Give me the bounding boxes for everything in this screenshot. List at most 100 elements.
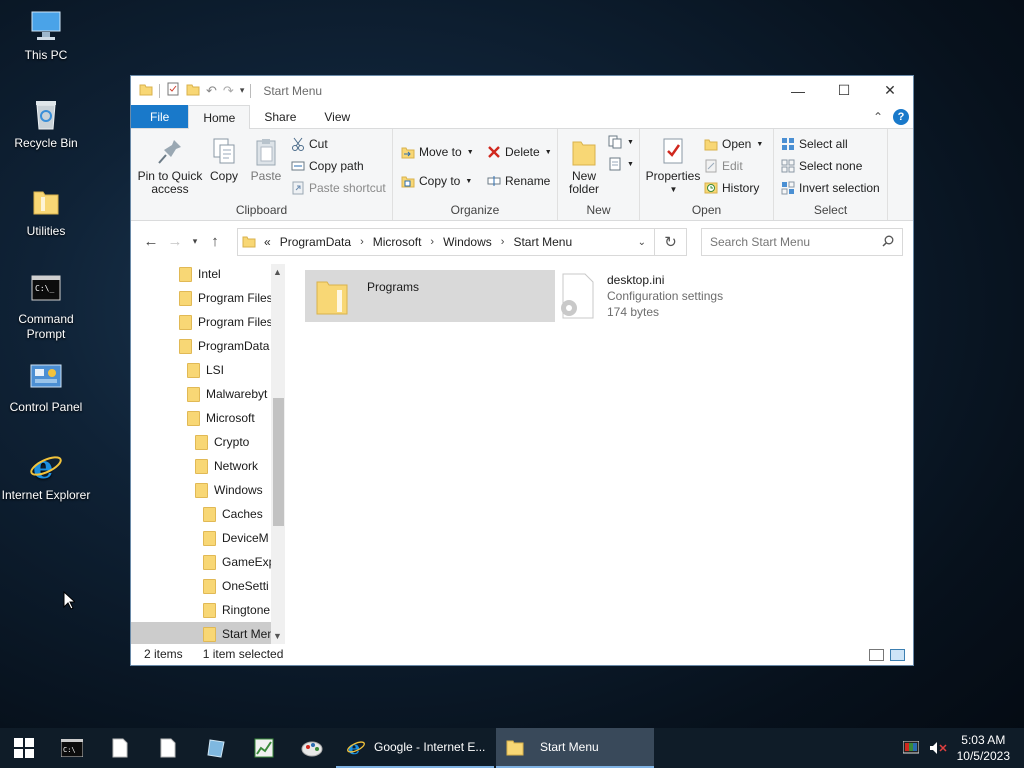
desktop-icon-utilities[interactable]: Utilities: [0, 184, 92, 239]
invert-selection-button[interactable]: Invert selection: [781, 181, 880, 195]
navigation-pane[interactable]: Start Men Ringtone OneSetti GameExp DeviceM C…: [131, 264, 285, 644]
nav-scrollbar[interactable]: ▲ ▼: [271, 264, 285, 644]
scroll-down-icon[interactable]: ▼: [273, 631, 282, 641]
taskbar-cmd-button[interactable]: C:\: [48, 728, 96, 768]
delete-icon: [487, 145, 501, 159]
address-dropdown-icon[interactable]: ⌄: [638, 237, 646, 248]
edit-button[interactable]: Edit: [704, 159, 743, 173]
new-folder-icon[interactable]: [186, 82, 200, 99]
tiles-view-icon[interactable]: [890, 649, 905, 661]
undo-icon[interactable]: ↶: [206, 83, 217, 99]
search-input[interactable]: Search Start Menu: [701, 228, 903, 256]
tree-item[interactable]: Program Files: [131, 286, 271, 310]
clock[interactable]: 5:03 AM 10/5/2023: [957, 732, 1010, 764]
display-color-icon[interactable]: [902, 741, 919, 755]
desktop-icon-label: Internet Explorer: [1, 488, 91, 502]
scrollbar-thumb[interactable]: [273, 398, 284, 526]
tree-item[interactable]: Program Files: [131, 310, 271, 334]
minimize-button[interactable]: —: [775, 76, 821, 105]
tree-item[interactable]: DeviceM: [131, 526, 271, 550]
cut-button[interactable]: Cut: [291, 137, 328, 151]
tab-file[interactable]: File: [131, 105, 189, 128]
tree-item[interactable]: Windows: [131, 478, 271, 502]
desktop-icon-internet-explorer[interactable]: e Internet Explorer: [0, 448, 92, 503]
rename-button[interactable]: Rename: [487, 174, 550, 188]
scroll-up-icon[interactable]: ▲: [273, 267, 282, 277]
tree-item[interactable]: LSI: [131, 358, 271, 382]
tab-view[interactable]: View: [310, 105, 364, 128]
close-button[interactable]: ✕: [867, 76, 913, 105]
forward-button[interactable]: →: [163, 233, 187, 250]
taskbar-ie-window[interactable]: e Google - Internet E...: [336, 728, 494, 768]
breadcrumb-item[interactable]: Microsoft: [373, 235, 422, 249]
details-view-icon[interactable]: [869, 649, 884, 661]
taskbar-file-button[interactable]: [96, 728, 144, 768]
breadcrumb-item[interactable]: ProgramData: [280, 235, 351, 249]
recent-locations-button[interactable]: ▾: [187, 236, 203, 247]
tab-share[interactable]: Share: [250, 105, 310, 128]
properties-button[interactable]: Properties ▼: [644, 137, 702, 196]
separator: [250, 83, 252, 98]
back-button[interactable]: ←: [139, 233, 163, 250]
tree-item[interactable]: Ringtone: [131, 598, 271, 622]
tree-item[interactable]: Network: [131, 454, 271, 478]
desktop-icon-control-panel[interactable]: Control Panel: [0, 360, 92, 415]
notebook-icon: [207, 739, 225, 758]
select-none-button[interactable]: Select none: [781, 159, 862, 173]
file-item-programs[interactable]: Programs: [305, 270, 555, 322]
desktop-icon-command-prompt[interactable]: C:\_ Command Prompt: [0, 272, 92, 342]
taskbar-app-button[interactable]: [240, 728, 288, 768]
copy-path-button[interactable]: Copy path: [291, 159, 364, 173]
collapse-ribbon-icon[interactable]: ⌃: [873, 110, 883, 124]
redo-icon[interactable]: ↷: [223, 83, 234, 99]
tree-item[interactable]: Intel: [131, 264, 271, 286]
customize-qa-icon[interactable]: ▾: [240, 85, 245, 96]
pin-to-quick-access-button[interactable]: Pin to Quick access: [137, 137, 203, 196]
volume-muted-icon[interactable]: [929, 741, 947, 755]
taskbar-file-button[interactable]: [144, 728, 192, 768]
tree-item[interactable]: Crypto: [131, 430, 271, 454]
taskbar-app-button[interactable]: [288, 728, 336, 768]
tab-home[interactable]: Home: [188, 105, 251, 129]
history-button[interactable]: History: [704, 181, 759, 195]
explorer-window[interactable]: ↶ ↷ ▾ Start Menu — ☐ ✕ File Home Share V…: [130, 75, 914, 666]
taskbar-explorer-window[interactable]: Start Menu: [496, 728, 654, 768]
chevron-right-icon[interactable]: ›: [501, 236, 505, 248]
breadcrumb-overflow[interactable]: «: [264, 235, 271, 249]
tree-item[interactable]: Caches: [131, 502, 271, 526]
delete-button[interactable]: Delete ▼: [487, 145, 552, 159]
tree-item[interactable]: Start Men: [131, 622, 271, 644]
copy-to-button[interactable]: Copy to ▼: [401, 174, 472, 188]
new-folder-button[interactable]: New folder: [562, 137, 606, 196]
tree-item[interactable]: ProgramData: [131, 334, 271, 358]
breadcrumb-item[interactable]: Windows: [443, 235, 492, 249]
refresh-button[interactable]: ↻: [655, 228, 687, 256]
start-button[interactable]: [0, 728, 48, 768]
maximize-button[interactable]: ☐: [821, 76, 867, 105]
tree-item[interactable]: Malwarebyt: [131, 382, 271, 406]
paste-button[interactable]: Paste: [246, 137, 286, 183]
paste-shortcut-button[interactable]: Paste shortcut: [291, 181, 386, 195]
tree-item[interactable]: OneSetti: [131, 574, 271, 598]
properties-icon[interactable]: [166, 82, 180, 99]
breadcrumb-item[interactable]: Start Menu: [513, 235, 572, 249]
tree-item[interactable]: GameExp: [131, 550, 271, 574]
copy-button[interactable]: Copy: [205, 137, 243, 183]
easy-access-button[interactable]: ▼: [608, 157, 634, 171]
up-button[interactable]: ↑: [203, 233, 227, 250]
help-icon[interactable]: ?: [893, 108, 909, 125]
select-all-button[interactable]: Select all: [781, 137, 848, 151]
move-to-button[interactable]: Move to ▼: [401, 145, 474, 159]
desktop-icon-recycle-bin[interactable]: Recycle Bin: [0, 96, 92, 151]
desktop-icon-this-pc[interactable]: This PC: [0, 8, 92, 63]
tree-item[interactable]: Microsoft: [131, 406, 271, 430]
chevron-right-icon[interactable]: ›: [430, 236, 434, 248]
address-bar[interactable]: « ProgramData › Microsoft › Windows › St…: [237, 228, 655, 256]
new-item-button[interactable]: ▼: [608, 135, 634, 149]
taskbar-app-button[interactable]: [192, 728, 240, 768]
open-button[interactable]: Open ▼: [704, 137, 763, 151]
group-organize: Move to ▼ Copy to ▼ Delete ▼ Rename Organiz…: [393, 129, 558, 220]
title-bar[interactable]: ↶ ↷ ▾ Start Menu — ☐ ✕: [131, 76, 913, 105]
file-item-desktop-ini[interactable]: desktop.ini Configuration settings 174 b…: [557, 270, 807, 322]
chevron-right-icon[interactable]: ›: [360, 236, 364, 248]
